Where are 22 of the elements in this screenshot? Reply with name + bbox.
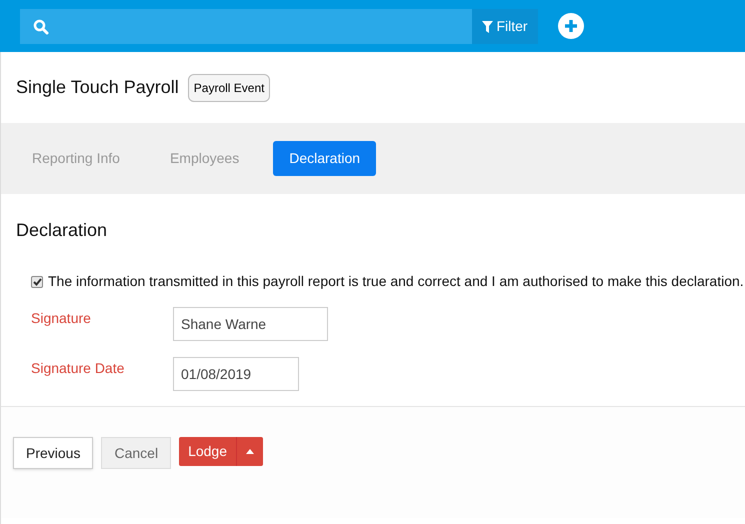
- lodge-button[interactable]: Lodge: [179, 437, 237, 466]
- tab[interactable]: Employees: [154, 141, 256, 176]
- field-label: Signature Date: [31, 359, 126, 378]
- field-label: Signature: [31, 309, 92, 328]
- cancel-button[interactable]: Cancel: [101, 437, 172, 469]
- funnel-icon: [482, 20, 494, 32]
- input-field[interactable]: Shane Warne: [173, 307, 328, 341]
- add-icon[interactable]: [558, 13, 584, 39]
- search-icon: [33, 18, 49, 34]
- search-field[interactable]: [20, 9, 472, 44]
- input-field[interactable]: 01/08/2019: [173, 357, 299, 391]
- dropdown-button[interactable]: [237, 437, 263, 466]
- declaration-text: The information transmitted in this payroll report is true and correct and I am authorised to make this declaration.: [48, 272, 744, 291]
- event-badge: Payroll Event: [188, 74, 270, 102]
- filter-button[interactable]: Filter: [472, 9, 538, 44]
- caret-icon: [246, 449, 254, 454]
- checkbox[interactable]: [31, 276, 43, 288]
- previous-button[interactable]: Previous: [13, 437, 94, 469]
- tab[interactable]: Declaration: [273, 141, 376, 176]
- tab[interactable]: Reporting Info: [16, 141, 136, 176]
- section-heading: Declaration: [16, 219, 108, 242]
- page-title: Single Touch Payroll: [16, 76, 179, 99]
